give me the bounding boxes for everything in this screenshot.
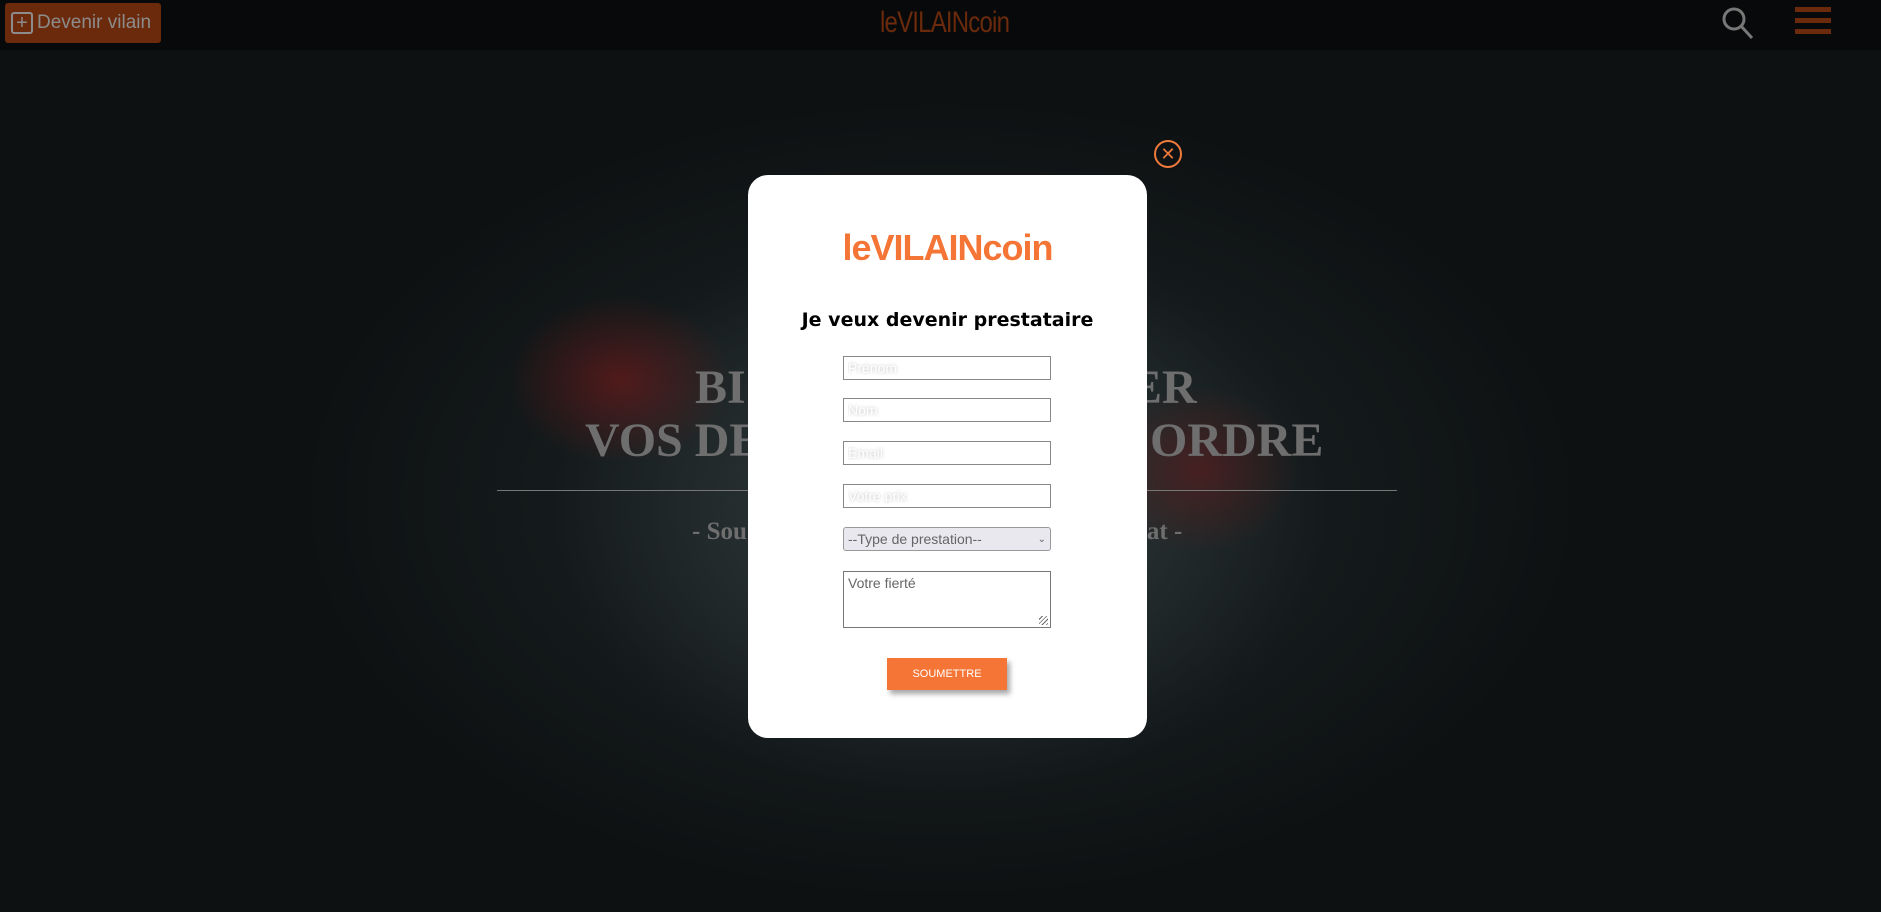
become-villain-label: Devenir vilain xyxy=(37,12,152,33)
pride-placeholder: Votre fierté xyxy=(848,575,916,591)
first-name-input[interactable] xyxy=(843,356,1051,380)
close-modal-button[interactable]: ✕ xyxy=(1154,140,1182,168)
email-input[interactable] xyxy=(843,441,1051,465)
submit-button[interactable]: SOUMETTRE xyxy=(887,658,1007,690)
pride-textarea[interactable]: Votre fierté xyxy=(843,571,1051,628)
hero-line2-right: ORDRE xyxy=(1150,414,1324,467)
hamburger-menu-icon[interactable] xyxy=(1795,7,1831,40)
service-type-select[interactable]: --Type de prestation-- ⌄ xyxy=(843,527,1051,551)
search-icon[interactable] xyxy=(1720,5,1756,41)
plus-icon: + xyxy=(11,12,33,34)
modal-logo: leVILAINcoin xyxy=(842,227,1053,268)
hero-sub-left: - Sou xyxy=(692,518,747,545)
chevron-down-icon: ⌄ xyxy=(1037,533,1046,545)
resize-handle-icon[interactable] xyxy=(1039,616,1048,625)
hero-line2-left: VOS DE xyxy=(585,414,762,467)
top-header: + Devenir vilain leVILAINcoin xyxy=(0,0,1881,50)
close-icon: ✕ xyxy=(1160,144,1176,164)
price-input[interactable] xyxy=(843,484,1051,508)
become-provider-modal: leVILAINcoin Je veux devenir prestataire… xyxy=(748,175,1147,738)
last-name-input[interactable] xyxy=(843,398,1051,422)
modal-title: Je veux devenir prestataire xyxy=(801,309,1094,331)
hero-line1-left: BI xyxy=(695,361,746,414)
header-logo[interactable]: leVILAINcoin xyxy=(880,6,1010,40)
service-type-value: --Type de prestation-- xyxy=(848,531,982,547)
become-villain-button[interactable]: + Devenir vilain xyxy=(5,3,161,43)
